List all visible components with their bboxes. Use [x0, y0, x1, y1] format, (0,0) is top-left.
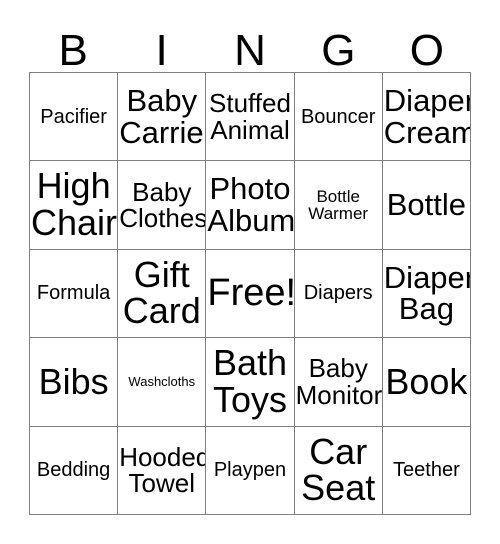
- bingo-cell[interactable]: Washcloths: [118, 338, 207, 427]
- bingo-cell-label: Stuffed Animal: [209, 88, 291, 145]
- bingo-cell[interactable]: Car Seat: [294, 426, 383, 515]
- bingo-cell[interactable]: Playpen: [206, 426, 295, 515]
- bingo-cell[interactable]: High Chair: [30, 161, 119, 250]
- bingo-cell-label: Free!: [207, 272, 295, 315]
- bingo-cell[interactable]: Baby Clothes: [118, 161, 207, 250]
- bingo-cell[interactable]: Bottle: [382, 161, 471, 250]
- bingo-cell-label: Bedding: [36, 459, 111, 482]
- bingo-cell-label: Diaper Bag: [383, 259, 471, 327]
- bingo-card: B I N G O Pacifier Baby Carrier Stuffed An…: [0, 0, 500, 544]
- bingo-cell-label: Teether: [393, 459, 460, 482]
- bingo-cell[interactable]: Gift Card: [118, 249, 207, 339]
- bingo-cell-label: Bottle: [386, 187, 467, 223]
- bingo-cell[interactable]: Pacifier: [30, 73, 119, 162]
- bingo-cell[interactable]: Photo Album: [206, 161, 295, 250]
- header-letter-g: G: [321, 26, 356, 76]
- bingo-cell-label: Playpen: [213, 459, 287, 482]
- bingo-cell-label: Baby Carrier: [119, 83, 207, 150]
- bingo-cell-label: High Chair: [31, 165, 118, 244]
- bingo-cell-label: Hooded Towel: [119, 441, 207, 499]
- bingo-cell-label: Bibs: [38, 360, 109, 402]
- header-letter-i: I: [155, 26, 168, 76]
- bingo-cell[interactable]: Bibs: [30, 338, 119, 427]
- bingo-cell[interactable]: Book: [382, 338, 471, 427]
- bingo-cell-label: Diaper Cream: [383, 83, 471, 150]
- bingo-cell-label: Baby Monitor: [295, 353, 383, 410]
- bingo-cell[interactable]: Formula: [30, 249, 119, 339]
- bingo-cell-label: Bath Toys: [212, 342, 288, 420]
- bingo-cell-free[interactable]: Free!: [206, 249, 295, 339]
- bingo-cell-label: Gift Card: [122, 253, 201, 332]
- bingo-cell-label: Baby Clothes: [119, 176, 207, 234]
- bingo-cell-label: Washcloths: [128, 374, 196, 390]
- bingo-cell-label: Bottle Warmer: [308, 186, 369, 224]
- bingo-cell-label: Diapers: [303, 282, 373, 305]
- bingo-grid: Pacifier Baby Carrier Stuffed Animal Bounce…: [29, 72, 471, 515]
- bingo-cell[interactable]: Bedding: [30, 426, 119, 515]
- bingo-cell-label: Pacifier: [40, 105, 107, 128]
- bingo-cell[interactable]: Diapers: [294, 249, 383, 339]
- bingo-cell[interactable]: Diaper Bag: [382, 249, 471, 339]
- bingo-cell[interactable]: Bottle Warmer: [294, 161, 383, 250]
- bingo-cell-label: Formula: [36, 282, 111, 305]
- bingo-cell[interactable]: Stuffed Animal: [206, 73, 295, 162]
- bingo-cell-label: Photo Album: [207, 171, 295, 239]
- header-letter-b: B: [58, 26, 88, 76]
- bingo-cell-label: Bouncer: [300, 105, 376, 128]
- bingo-cell[interactable]: Diaper Cream: [382, 73, 471, 162]
- bingo-cell[interactable]: Bouncer: [294, 73, 383, 162]
- bingo-cell[interactable]: Baby Monitor: [294, 338, 383, 427]
- bingo-cell[interactable]: Bath Toys: [206, 338, 295, 427]
- header-letter-o: O: [409, 26, 444, 76]
- bingo-header: B I N G O: [29, 14, 471, 76]
- bingo-cell[interactable]: Teether: [382, 426, 471, 515]
- bingo-cell-label: Book: [385, 360, 468, 402]
- bingo-cell[interactable]: Hooded Towel: [118, 426, 207, 515]
- bingo-cell-label: Car Seat: [301, 430, 376, 509]
- header-letter-n: N: [234, 26, 266, 76]
- bingo-cell[interactable]: Baby Carrier: [118, 73, 207, 162]
